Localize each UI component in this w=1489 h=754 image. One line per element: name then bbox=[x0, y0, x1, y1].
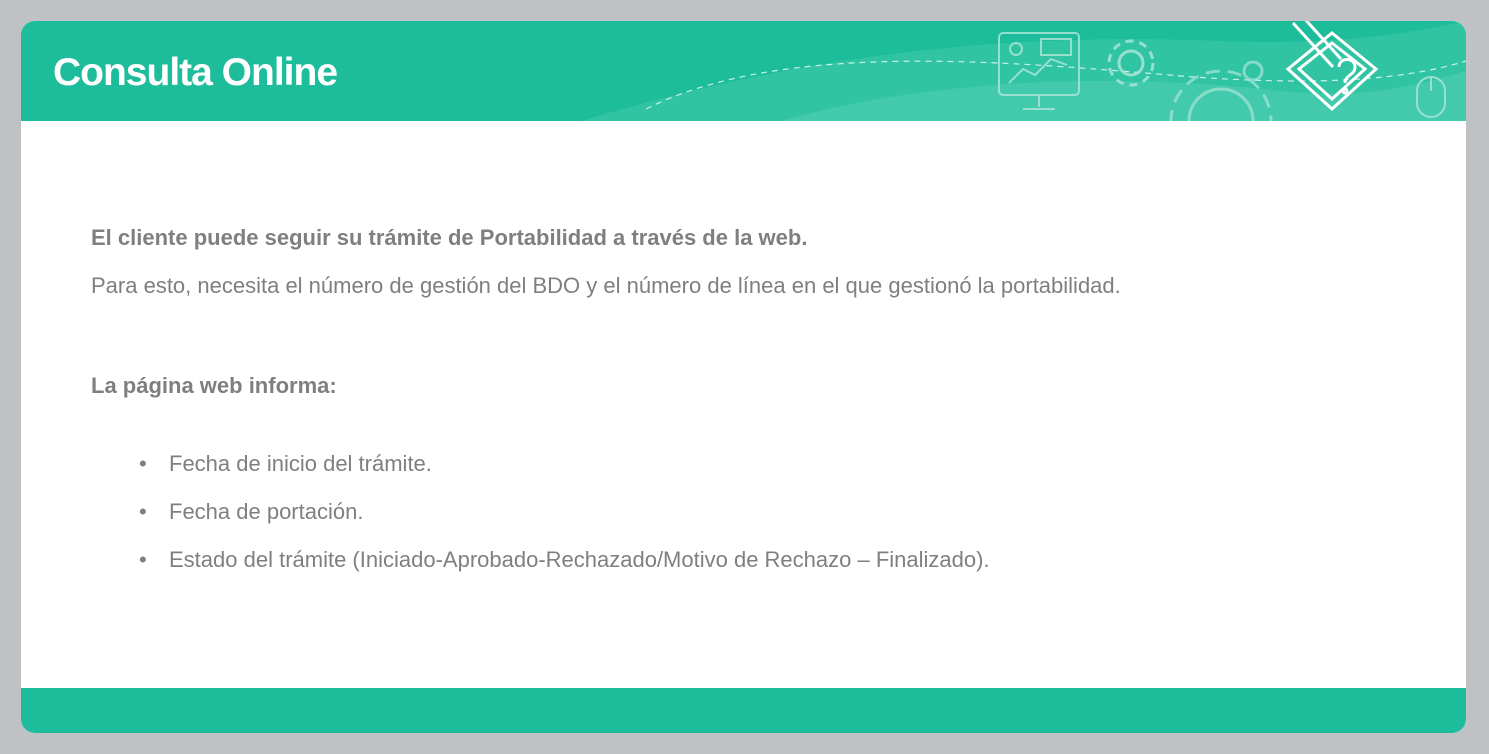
info-list: • Fecha de inicio del trámite. • Fecha d… bbox=[91, 449, 1391, 575]
lead-text: El cliente puede seguir su trámite de Po… bbox=[91, 225, 808, 250]
bullet-icon: • bbox=[139, 499, 147, 524]
slide-card: Consulta Online El cliente puede seguir … bbox=[21, 21, 1466, 733]
list-item: • Estado del trámite (Iniciado-Aprobado-… bbox=[139, 545, 1391, 575]
bullet-icon: • bbox=[139, 547, 147, 572]
list-item-text: Fecha de inicio del trámite. bbox=[169, 451, 432, 476]
bullet-icon: • bbox=[139, 451, 147, 476]
subheading: La página web informa: bbox=[91, 373, 337, 398]
body-paragraph: Para esto, necesita el número de gestión… bbox=[91, 273, 1121, 298]
header-bar: Consulta Online bbox=[21, 21, 1466, 121]
list-item: • Fecha de portación. bbox=[139, 497, 1391, 527]
page-title: Consulta Online bbox=[53, 51, 338, 94]
content-area: El cliente puede seguir su trámite de Po… bbox=[91, 223, 1391, 593]
list-item: • Fecha de inicio del trámite. bbox=[139, 449, 1391, 479]
list-item-text: Fecha de portación. bbox=[169, 499, 364, 524]
footer-bar bbox=[21, 688, 1466, 733]
list-item-text: Estado del trámite (Iniciado-Aprobado-Re… bbox=[169, 547, 990, 572]
